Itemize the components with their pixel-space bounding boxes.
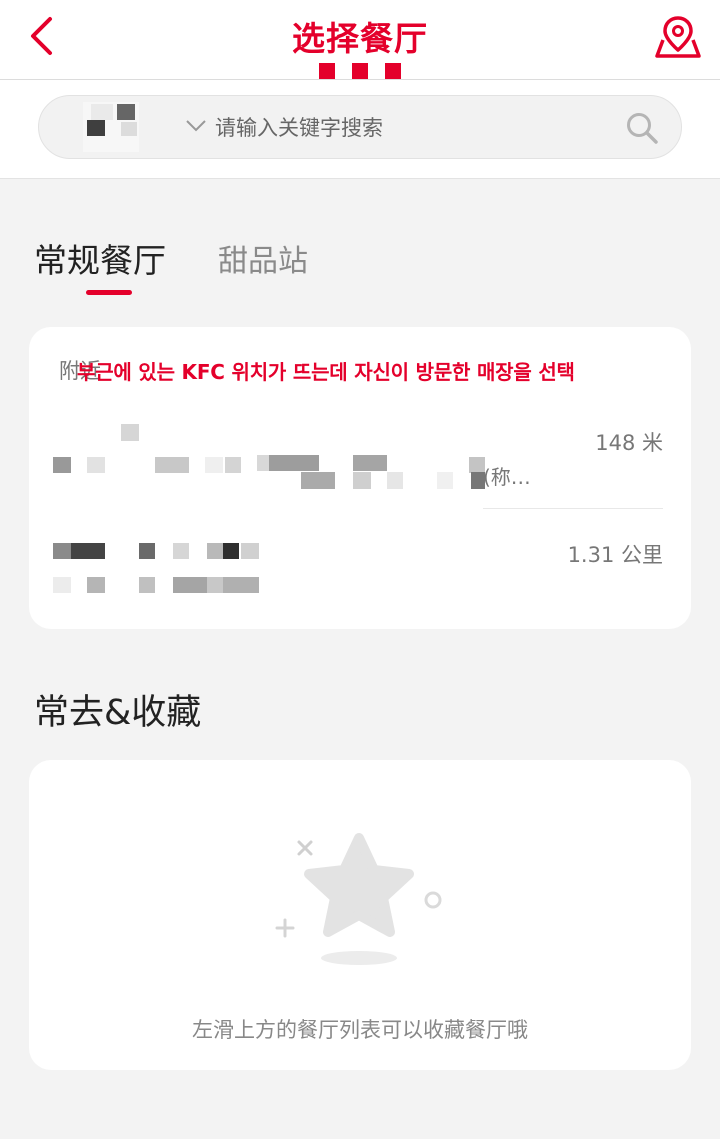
store-list-item[interactable]: 148 米 (称… — [29, 415, 691, 509]
brand-stripes — [319, 63, 401, 79]
store-name-redacted — [29, 527, 269, 597]
chevron-down-icon — [186, 120, 206, 132]
store-distance: 1.31 公里 — [567, 543, 663, 567]
empty-favorites-hint: 左滑上方的餐厅列表可以收藏餐厅哦 — [192, 1018, 528, 1042]
tab-regular-restaurant[interactable]: 常规餐厅 — [34, 234, 166, 282]
tab-dessert-station[interactable]: 甜品站 — [218, 236, 308, 280]
section-title-favorites: 常去&收藏 — [34, 693, 202, 733]
annotation-note: 부근에 있는 KFC 위치가 뜨는데 자신이 방문한 매장을 선택 — [77, 360, 575, 384]
divider — [483, 508, 663, 509]
restaurant-type-tabs: 常规餐厅 甜品站 — [0, 230, 720, 300]
favorites-card: 左滑上方的餐厅列表可以收藏餐厅哦 — [29, 760, 691, 1070]
city-name-redacted — [83, 102, 139, 152]
store-name-redacted — [29, 415, 489, 495]
search-input[interactable] — [213, 105, 617, 151]
store-list-item[interactable]: 1.31 公里 — [29, 527, 691, 607]
nearby-restaurants-card: 附近 부근에 있는 KFC 위치가 뜨는데 자신이 방문한 매장을 선택 148… — [29, 327, 691, 629]
active-tab-indicator — [86, 290, 132, 295]
search-box — [38, 95, 682, 159]
city-selector[interactable] — [79, 102, 219, 152]
page-title: 选择餐厅 — [292, 19, 428, 58]
store-address: (称… — [483, 465, 531, 489]
map-pin-icon — [655, 16, 701, 58]
store-distance: 148 米 — [595, 431, 663, 455]
search-bar — [0, 80, 720, 179]
star-icon — [275, 833, 442, 965]
map-button[interactable] — [653, 14, 703, 60]
search-icon[interactable] — [625, 111, 659, 145]
header: 选择餐厅 — [0, 0, 720, 80]
